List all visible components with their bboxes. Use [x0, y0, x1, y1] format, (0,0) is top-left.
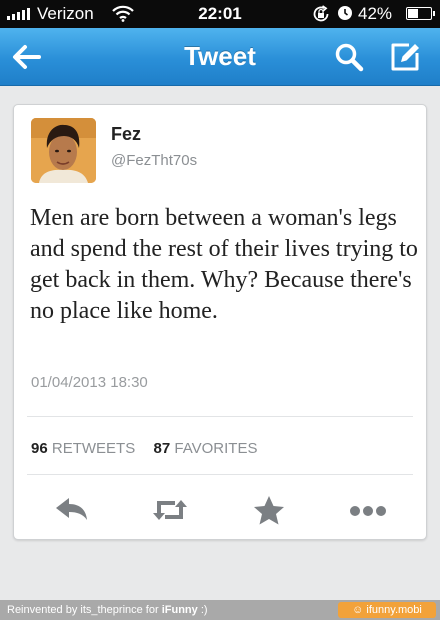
more-icon: [350, 506, 386, 516]
retweet-icon: [153, 500, 187, 520]
ifunny-badge: ☺ ifunny.mobi: [338, 602, 436, 618]
retweets-count: 96: [31, 440, 48, 457]
ifunny-badge-text: ifunny.mobi: [366, 604, 422, 616]
favorites-count: 87: [153, 440, 171, 457]
display-name[interactable]: Fez: [111, 124, 141, 145]
reply-icon: [56, 498, 87, 520]
watermark-prefix: Reinvented by its_theprince for: [7, 604, 162, 616]
retweets-stat[interactable]: 96 RETWEETS: [31, 440, 139, 457]
tweet-text: Men are born between a woman's legs and …: [30, 205, 418, 324]
screen-name[interactable]: @FezTht70s: [111, 152, 197, 169]
watermark-brand: iFunny: [161, 604, 198, 616]
watermark-text: Reinvented by its_theprince for iFunny :…: [7, 604, 208, 616]
search-icon: [335, 43, 364, 72]
watermark-suffix: :): [197, 604, 208, 616]
battery-percent: 42%: [358, 4, 393, 23]
favorites-label: FAVORITES: [174, 440, 258, 457]
retweet-button[interactable]: [150, 493, 190, 527]
rotation-lock-icon: [311, 4, 331, 29]
status-bar: Verizon 22:01 42%: [0, 0, 440, 28]
compose-button[interactable]: [388, 40, 422, 74]
reply-button[interactable]: [52, 493, 92, 527]
tweet-card: Fez @FezTht70s Men are born between a wo…: [13, 104, 427, 540]
tweet-timestamp: 01/04/2013 18:30: [31, 374, 148, 391]
divider: [27, 474, 413, 475]
avatar[interactable]: [31, 118, 96, 183]
retweets-label: RETWEETS: [51, 440, 136, 457]
alarm-icon: [337, 5, 353, 26]
profile-photo-icon: [31, 118, 96, 183]
favorite-button[interactable]: [249, 493, 289, 527]
favorite-star-icon: [254, 496, 284, 525]
divider: [27, 416, 413, 417]
more-button[interactable]: [348, 493, 388, 527]
search-button[interactable]: [334, 42, 364, 72]
nav-bar: Tweet: [0, 28, 440, 86]
tweet-stats: 96 RETWEETS 87 FAVORITES: [31, 440, 257, 457]
battery-icon: [406, 7, 435, 20]
watermark-bar: Reinvented by its_theprince for iFunny :…: [0, 600, 440, 620]
compose-icon: [391, 43, 419, 71]
favorites-stat[interactable]: 87 FAVORITES: [154, 440, 258, 457]
page-title: Tweet: [184, 41, 256, 71]
